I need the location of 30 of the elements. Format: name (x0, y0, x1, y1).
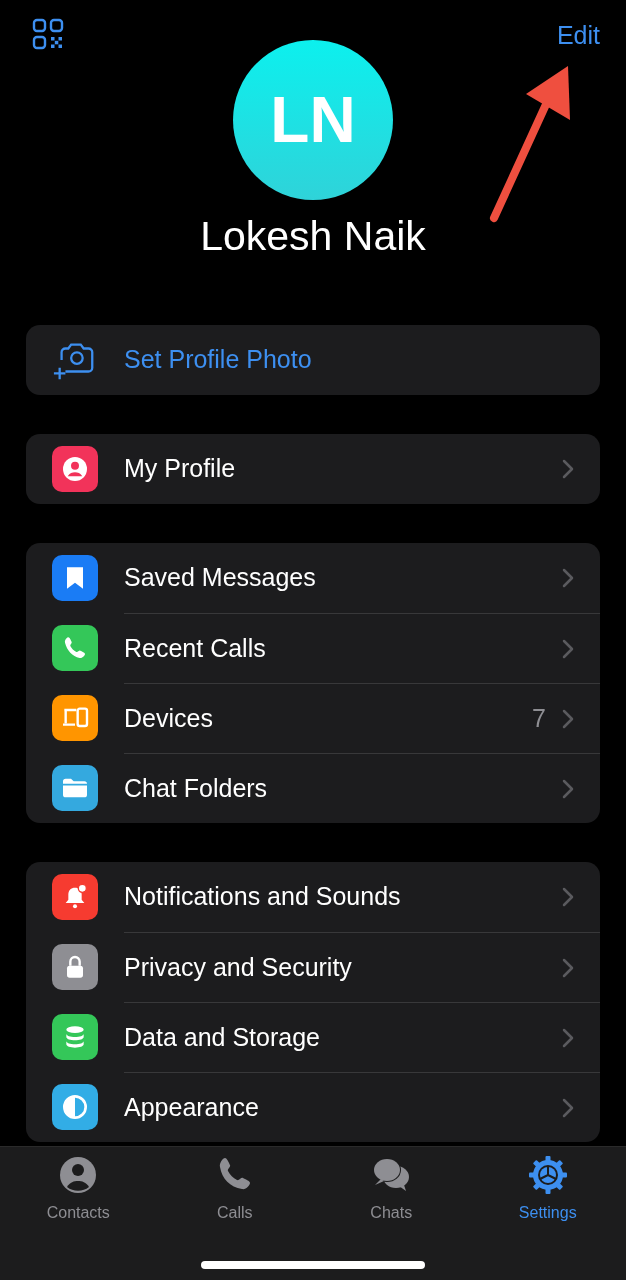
tab[interactable]: Contacts (0, 1147, 157, 1225)
settings-row[interactable]: My Profile (26, 434, 600, 505)
device-count: 7 (532, 702, 546, 734)
settings-row[interactable]: Appearance (26, 1072, 600, 1143)
set-photo-button[interactable]: Set Profile Photo (26, 325, 600, 396)
settings-icon (527, 1155, 568, 1195)
avatar: LN (233, 40, 393, 200)
profile-name: Lokesh Naik (199, 212, 427, 261)
chevron-icon (562, 778, 574, 799)
chevron-icon (562, 1027, 574, 1048)
settings-row[interactable]: Notifications and Sounds (26, 862, 600, 933)
settings-row[interactable]: Chat Folders (26, 753, 600, 824)
chevron-icon (562, 459, 574, 480)
chevron-icon (562, 957, 574, 978)
settings-row[interactable]: Privacy and Security (26, 932, 600, 1003)
tab[interactable]: Settings (469, 1147, 626, 1225)
tab[interactable]: Chats (313, 1147, 470, 1225)
settings-row[interactable]: Recent Calls (26, 613, 600, 684)
chevron-icon (562, 638, 574, 659)
chevron-icon (562, 887, 574, 908)
edit-button[interactable]: Edit (556, 20, 600, 50)
settings-row[interactable]: Saved Messages (26, 543, 600, 614)
chevron-icon (562, 568, 574, 589)
qr-code-icon[interactable] (32, 18, 64, 50)
chevron-icon (562, 708, 574, 729)
settings-row[interactable]: Devices 7 (26, 683, 600, 754)
tab[interactable]: Calls (156, 1147, 313, 1225)
settings-row[interactable]: Data and Storage (26, 1002, 600, 1073)
chevron-icon (562, 1097, 574, 1118)
contacts-icon (58, 1155, 99, 1195)
